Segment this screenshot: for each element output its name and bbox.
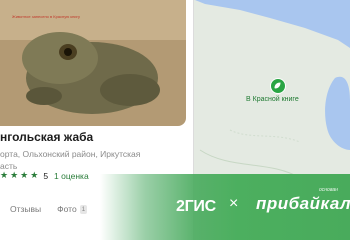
leaf-icon: [274, 82, 281, 89]
red-book-poi[interactable]: [270, 78, 286, 94]
photo-caption: Животное занесено в Красную книгу: [12, 14, 80, 19]
poi-label[interactable]: В Красной книге: [246, 96, 299, 103]
tab-photo[interactable]: Фото 1: [57, 204, 88, 214]
tab-reviews[interactable]: Отзывы: [10, 204, 41, 214]
rating-row: ★ ★ ★ ★ 5 1 оценка: [0, 170, 89, 181]
star-icon: ★: [0, 170, 9, 180]
brand-2gis-logo: 2ГИС: [176, 198, 216, 215]
card-tabs: Отзывы Фото 1: [0, 204, 88, 214]
place-title: нгольская жаба: [0, 130, 94, 144]
brand-separator: ×: [229, 195, 239, 212]
address-text: орта, Ольхонский район, Иркутская асть: [0, 149, 141, 171]
star-icon: ★: [10, 170, 19, 180]
star-icon: ★: [30, 170, 39, 180]
brand-pribaikal-tag: основан: [319, 187, 338, 193]
brand-pribaikal-logo: прибайкал: [256, 194, 350, 213]
star-icon: ★: [20, 170, 29, 180]
place-address: орта, Ольхонский район, Иркутская асть: [0, 148, 186, 172]
rating-count-link[interactable]: 1 оценка: [54, 171, 89, 181]
rating-value: 5: [43, 170, 49, 181]
photo-count-badge: 1: [79, 204, 88, 214]
tab-photo-label: Фото: [57, 204, 77, 214]
